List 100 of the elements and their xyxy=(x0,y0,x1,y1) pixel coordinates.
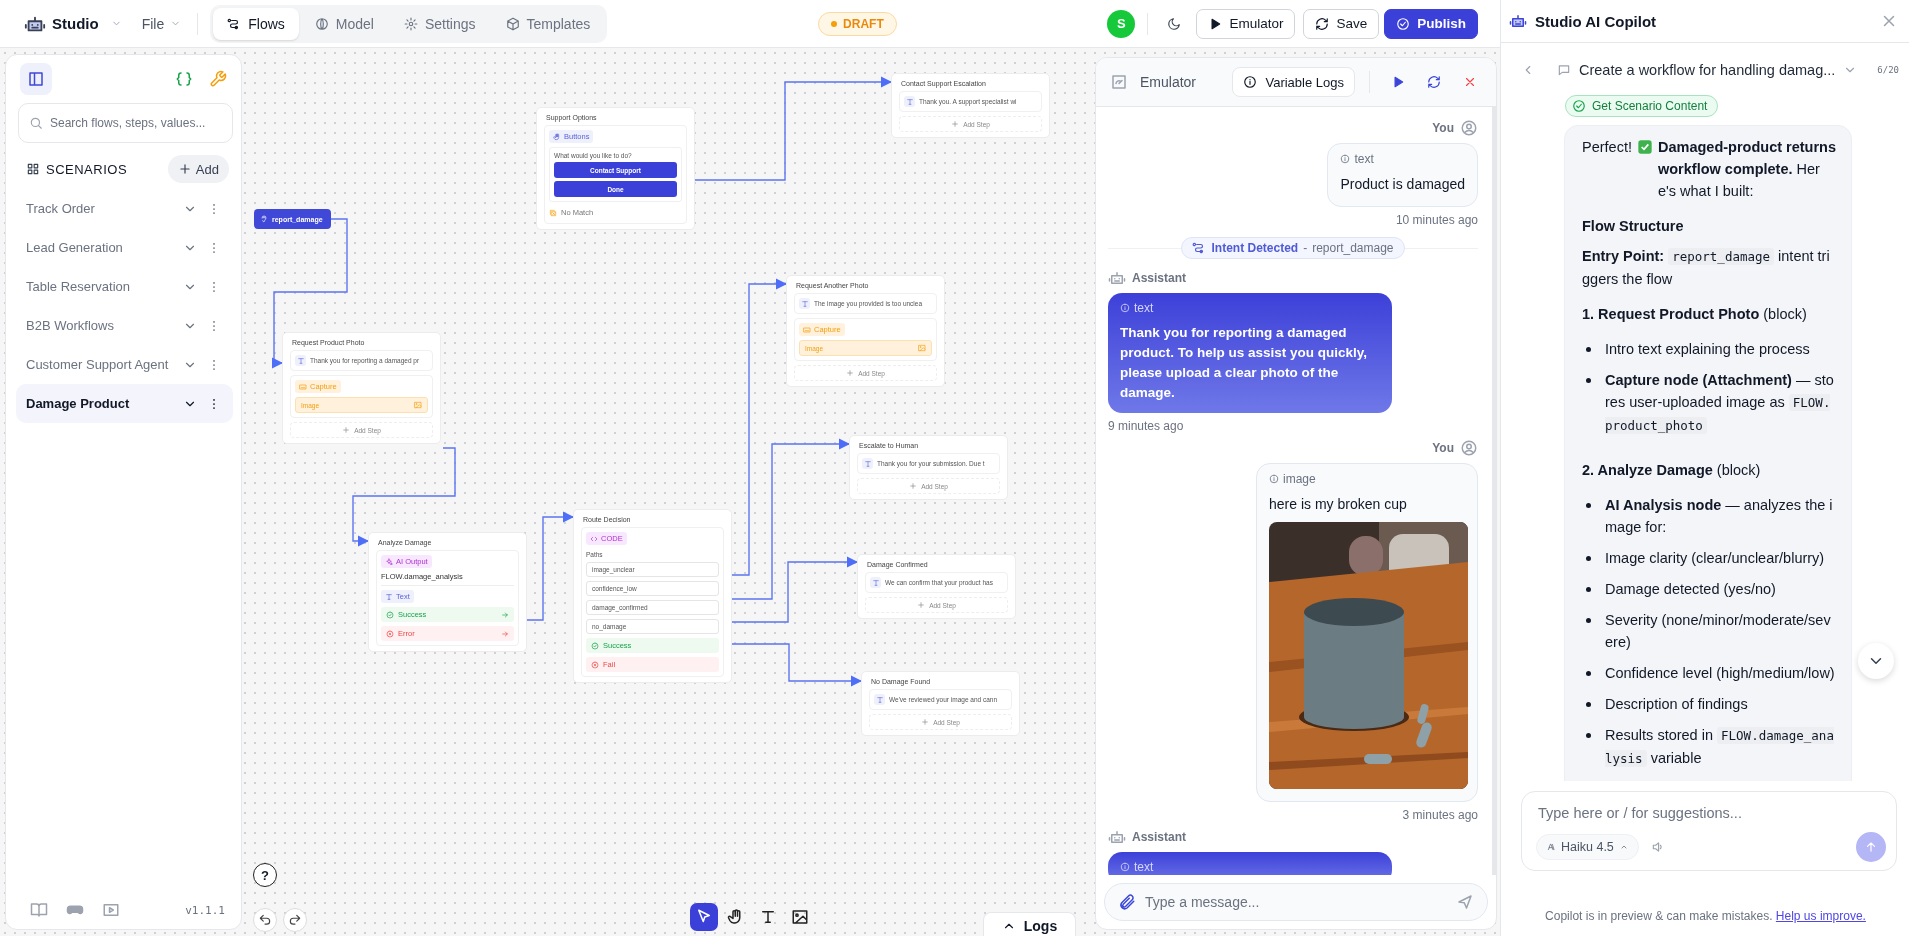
send-button[interactable] xyxy=(1856,832,1886,862)
text-type-icon xyxy=(874,694,885,705)
list-text: Results stored in FLOW.damage_analysis variable xyxy=(1605,726,1835,769)
plus-icon xyxy=(917,601,926,609)
arrow-up-icon xyxy=(1864,840,1878,854)
redo-icon xyxy=(288,913,302,927)
info-icon xyxy=(1340,154,1351,164)
check-icon xyxy=(1636,139,1653,155)
message-type: text xyxy=(1134,301,1154,315)
bullet-icon xyxy=(1586,347,1591,352)
speaker-icon[interactable] xyxy=(1650,840,1665,854)
bullet-icon xyxy=(1586,733,1591,738)
scenario-item[interactable]: Customer Support Agent xyxy=(16,345,233,384)
message-text: Product is damaged xyxy=(1340,175,1465,194)
help-button[interactable]: ? xyxy=(253,863,277,887)
settings-icon xyxy=(403,16,418,31)
undo-button[interactable] xyxy=(253,908,277,932)
undo-icon xyxy=(258,913,272,927)
user-icon xyxy=(1460,439,1478,457)
sender-name: You xyxy=(1432,441,1454,455)
hand-icon xyxy=(553,132,561,141)
search-icon xyxy=(29,116,43,130)
add-button[interactable]: Add xyxy=(167,155,229,183)
panel-title: Studio AI Copilot xyxy=(1535,12,1657,30)
wrench-icon[interactable] xyxy=(209,70,227,88)
scenario-item[interactable]: Damage Product xyxy=(16,384,233,423)
tool-button[interactable] xyxy=(690,903,718,931)
play-icon xyxy=(1208,16,1223,31)
bullet-icon xyxy=(1586,556,1591,561)
list-text: Description of findings xyxy=(1605,695,1749,714)
play-icon xyxy=(1391,75,1405,89)
model-picker[interactable]: Haiku 4.5 xyxy=(1536,834,1639,860)
list-text: Capture node (Attachment) — stores user-uploaded image as FLOW.product_photo xyxy=(1605,371,1835,436)
tab[interactable]: Model xyxy=(300,7,388,40)
text-type-icon xyxy=(904,96,915,107)
tab[interactable]: Settings xyxy=(389,7,490,40)
message-paragraph: Entry Point: report_damage intent triggers the flow xyxy=(1582,247,1831,289)
text-tool-icon xyxy=(759,908,777,926)
paperclip-icon[interactable] xyxy=(1118,893,1136,911)
book-icon[interactable] xyxy=(30,901,48,919)
cube-icon xyxy=(505,16,520,31)
search-field[interactable]: Search flows, steps, values... xyxy=(18,103,233,143)
scenario-item[interactable]: Lead Generation xyxy=(16,228,233,267)
chat-input[interactable]: Type here or / for suggestions... xyxy=(1536,804,1886,822)
sparkle-icon xyxy=(385,557,393,566)
robot-logo-icon xyxy=(1509,12,1527,30)
message-time: 3 minutes ago xyxy=(1402,808,1478,822)
send-icon[interactable] xyxy=(1456,893,1474,911)
sender-name: Assistant xyxy=(1132,271,1187,285)
scenario-item[interactable]: Table Reservation xyxy=(16,267,233,306)
message-paragraph: 2. Analyze Damage (block) xyxy=(1582,461,1762,480)
text-type-icon xyxy=(870,577,881,588)
ear-icon xyxy=(260,215,268,223)
file-menu[interactable]: File xyxy=(137,11,186,36)
conversation-title[interactable]: Create a workflow for handling damag... xyxy=(1579,62,1836,78)
refresh-icon xyxy=(1315,16,1330,31)
version-label: v1.1.1 xyxy=(185,903,225,917)
message-input[interactable]: Type a message... xyxy=(1104,883,1488,921)
intent-label: Intent Detected xyxy=(1211,241,1299,255)
moon-icon xyxy=(1167,16,1182,31)
action-button[interactable]: Save xyxy=(1303,8,1380,39)
scenario-item[interactable]: Track Order xyxy=(16,189,233,228)
variable-logs-button[interactable]: Variable Logs xyxy=(1232,67,1355,97)
message-paragraph: 1. Request Product Photo (block) xyxy=(1582,305,1808,324)
arrow-icon xyxy=(501,610,509,619)
scenario-name: Damage Product xyxy=(26,396,131,411)
list-text: Confidence level (high/medium/low) xyxy=(1605,664,1836,683)
plus-icon xyxy=(177,162,192,176)
section-title: SCENARIOS xyxy=(46,161,128,177)
tab[interactable]: Templates xyxy=(491,7,605,40)
info-icon xyxy=(1120,862,1130,872)
arrow-icon xyxy=(501,629,509,638)
action-button[interactable]: Publish xyxy=(1384,8,1478,39)
message-time: 10 minutes ago xyxy=(1395,213,1478,227)
panel-toggle[interactable] xyxy=(20,63,52,95)
video-icon[interactable] xyxy=(102,901,120,919)
braces-icon[interactable] xyxy=(175,70,193,88)
bullet-icon xyxy=(1586,503,1591,508)
code-icon xyxy=(590,534,598,543)
plus-icon xyxy=(909,482,918,490)
info-icon xyxy=(1243,75,1258,89)
logs-tab[interactable]: Logs xyxy=(983,912,1076,936)
action-button[interactable]: Emulator xyxy=(1196,8,1296,39)
intent-value: report_damage xyxy=(1312,241,1394,255)
redo-button[interactable] xyxy=(283,908,307,932)
scenario-name: Table Reservation xyxy=(26,279,132,294)
help-link[interactable]: Help us improve. xyxy=(1775,909,1866,923)
image-icon xyxy=(918,344,926,352)
scenario-item[interactable]: B2B Workflows xyxy=(16,306,233,345)
conversation-counter: 6/20 xyxy=(1877,65,1899,75)
plus-icon xyxy=(342,426,351,434)
caret-icon xyxy=(1619,843,1628,851)
panel-icon xyxy=(27,70,45,88)
sender-name: Assistant xyxy=(1132,830,1187,844)
gauge-icon xyxy=(1110,73,1128,91)
globe-icon xyxy=(314,16,329,31)
tab[interactable]: Flows xyxy=(213,7,299,40)
image-icon xyxy=(791,908,809,926)
bullet-icon xyxy=(1586,671,1591,676)
text-type-icon xyxy=(799,298,810,309)
